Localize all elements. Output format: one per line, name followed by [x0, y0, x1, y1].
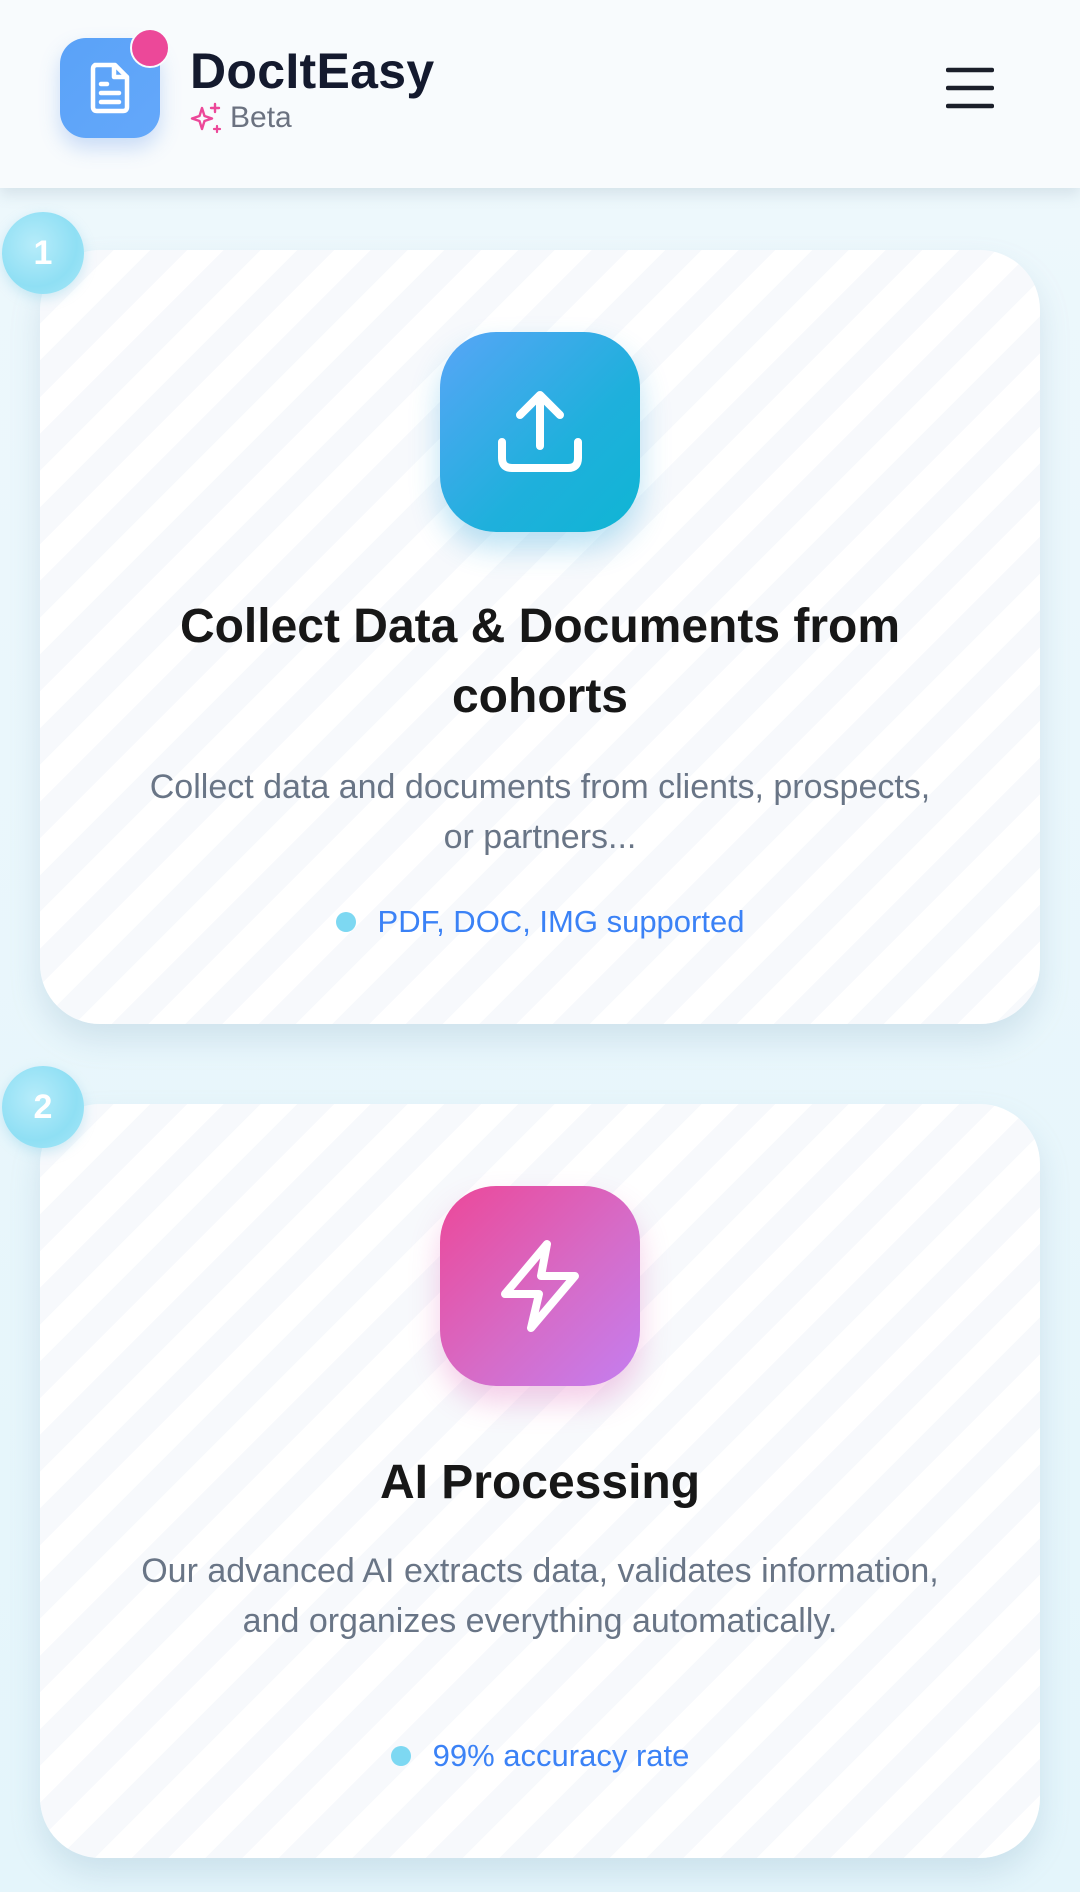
step-number-badge: 1	[2, 212, 84, 294]
lightning-icon	[501, 1240, 579, 1332]
bullet-dot-icon	[390, 1746, 411, 1766]
feature-text: 99% accuracy rate	[432, 1738, 690, 1773]
notification-dot	[130, 28, 170, 68]
step-card-ai-processing: AI Processing Our advanced AI extracts d…	[40, 1104, 1040, 1858]
step-number-badge: 2	[2, 1066, 84, 1148]
beta-tag: Beta	[190, 98, 292, 138]
upload-icon	[498, 391, 582, 472]
sparkle-icon	[190, 102, 222, 134]
lightning-icon-tile	[440, 1186, 640, 1386]
step-description: Our advanced AI extracts data, validates…	[141, 1552, 939, 1640]
menu-button[interactable]	[940, 62, 1000, 114]
step-description: Collect data and documents from clients,…	[149, 768, 931, 856]
document-icon	[90, 62, 130, 114]
beta-label: Beta	[230, 101, 292, 134]
app-header: DocItEasy Beta	[0, 0, 1080, 188]
step-card-collect: Collect Data & Documents from cohorts Co…	[40, 250, 1040, 1024]
feature-text: PDF, DOC, IMG supported	[377, 904, 745, 939]
upload-icon-tile	[440, 332, 640, 532]
brand-name: DocItEasy	[190, 43, 435, 99]
step-title: Collect Data & Documents from cohorts	[179, 600, 901, 723]
hamburger-menu-icon	[946, 67, 994, 109]
feature-note: PDF, DOC, IMG supported	[40, 902, 1040, 942]
bullet-dot-icon	[335, 912, 356, 932]
feature-note: 99% accuracy rate	[40, 1736, 1040, 1776]
step-title: AI Processing	[379, 1456, 701, 1509]
